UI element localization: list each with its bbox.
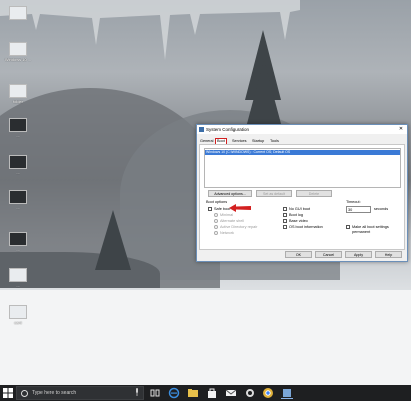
timeout-label: Timeout:	[346, 200, 361, 204]
dialog-titlebar[interactable]: System Configuration ✕	[197, 125, 407, 134]
make-permanent-checkbox[interactable]	[346, 225, 350, 229]
desktop-icon-recycle-bin[interactable]	[2, 6, 34, 20]
desktop-icon-2[interactable]: folder	[2, 84, 34, 104]
minimal-radio[interactable]	[214, 213, 218, 217]
make-permanent-label: Make all boot settings permanent	[352, 225, 389, 234]
desktop-icon-label: ...	[16, 247, 20, 252]
msconfig-icon	[199, 127, 204, 132]
seconds-label: seconds	[374, 207, 389, 211]
taskbar: Type here to search	[0, 385, 411, 401]
no-gui-boot-checkbox[interactable]	[283, 207, 287, 211]
desktop-icon-4[interactable]: ...	[2, 155, 34, 175]
cancel-button[interactable]: Cancel	[315, 251, 342, 258]
image-icon	[9, 190, 27, 204]
delete-button[interactable]: Delete	[296, 190, 332, 197]
windows-start-icon[interactable]	[3, 388, 13, 398]
os-list-item[interactable]: Windows 10 (C:\WINDOWS) : Current OS; De…	[205, 150, 400, 155]
folder-icon	[9, 84, 27, 98]
timeout-input[interactable]: 30	[346, 206, 371, 213]
desktop-icon-7[interactable]: ...	[2, 268, 34, 288]
os-list[interactable]: Windows 10 (C:\WINDOWS) : Current OS; De…	[204, 148, 401, 188]
ok-button[interactable]: OK	[285, 251, 312, 258]
help-button[interactable]: Help	[375, 251, 402, 258]
desktop-icon-label: card	[14, 320, 22, 325]
network-label: Network	[220, 231, 234, 235]
os-boot-information-checkbox[interactable]	[283, 225, 287, 229]
tree-shape	[95, 210, 131, 270]
edge-browser-icon[interactable]	[168, 387, 180, 399]
desktop-icon-label: Windows 10 ...	[4, 57, 32, 62]
taskbar-search-box[interactable]: Type here to search	[16, 386, 144, 400]
file-icon	[9, 305, 27, 319]
boot-options-label: Boot options	[206, 200, 228, 204]
mail-icon[interactable]	[225, 387, 237, 399]
advanced-options-button[interactable]: Advanced options...	[208, 190, 252, 197]
desktop-icon-label: folder	[12, 99, 23, 104]
desktop-icon-1[interactable]: Windows 10 ...	[2, 42, 34, 62]
store-icon[interactable]	[206, 387, 218, 399]
icicles-decoration	[0, 0, 300, 60]
video-icon	[9, 118, 27, 132]
desktop-icon-6[interactable]: ...	[2, 232, 34, 252]
chrome-icon[interactable]	[262, 387, 274, 399]
desktop-icon-label: ...	[16, 205, 20, 210]
microphone-icon[interactable]	[135, 388, 139, 396]
msconfig-taskbar-icon[interactable]	[281, 387, 293, 399]
desktop-icon-label: ...	[16, 170, 20, 175]
image-icon	[9, 232, 27, 246]
no-gui-boot-label: No GUI boot	[289, 207, 311, 211]
active-directory-repair-radio[interactable]	[214, 225, 218, 229]
settings-gear-icon[interactable]	[244, 387, 256, 399]
close-button[interactable]: ✕	[397, 126, 405, 133]
desktop-icon-label: ...	[16, 133, 20, 138]
apply-button[interactable]: Apply	[345, 251, 372, 258]
minimal-label: Minimal	[220, 213, 234, 217]
desktop-icon-5[interactable]: ...	[2, 190, 34, 210]
alternate-shell-radio[interactable]	[214, 219, 218, 223]
file-icon	[9, 268, 27, 282]
file-icon	[9, 42, 27, 56]
safe-boot-label: Safe boot	[214, 207, 231, 211]
file-explorer-icon[interactable]	[187, 387, 199, 399]
system-configuration-dialog: System Configuration ✕ General Boot Serv…	[196, 124, 408, 262]
red-arrow-annotation	[229, 204, 251, 212]
search-placeholder: Type here to search	[32, 390, 77, 396]
network-radio[interactable]	[214, 231, 218, 235]
recycle-bin-icon	[9, 6, 27, 20]
os-boot-information-label: OS boot information	[289, 225, 323, 229]
alternate-shell-label: Alternate shell	[220, 219, 245, 223]
desktop-icon-label: ...	[16, 283, 20, 288]
boot-log-checkbox[interactable]	[283, 213, 287, 217]
search-icon	[21, 390, 28, 397]
set-as-default-button[interactable]: Set as default	[256, 190, 292, 197]
task-view-icon[interactable]	[149, 387, 161, 399]
boot-log-label: Boot log	[289, 213, 303, 217]
video-icon	[9, 155, 27, 169]
base-video-checkbox[interactable]	[283, 219, 287, 223]
base-video-label: Base video	[289, 219, 308, 223]
snow-field	[0, 290, 411, 385]
desktop-icon-3[interactable]: ...	[2, 118, 34, 138]
active-directory-repair-label: Active Directory repair	[220, 225, 258, 229]
desktop-icon-8[interactable]: card	[2, 305, 34, 325]
safe-boot-checkbox[interactable]	[208, 207, 212, 211]
boot-tab-panel: Windows 10 (C:\WINDOWS) : Current OS; De…	[199, 144, 405, 250]
dialog-title: System Configuration	[206, 127, 250, 132]
